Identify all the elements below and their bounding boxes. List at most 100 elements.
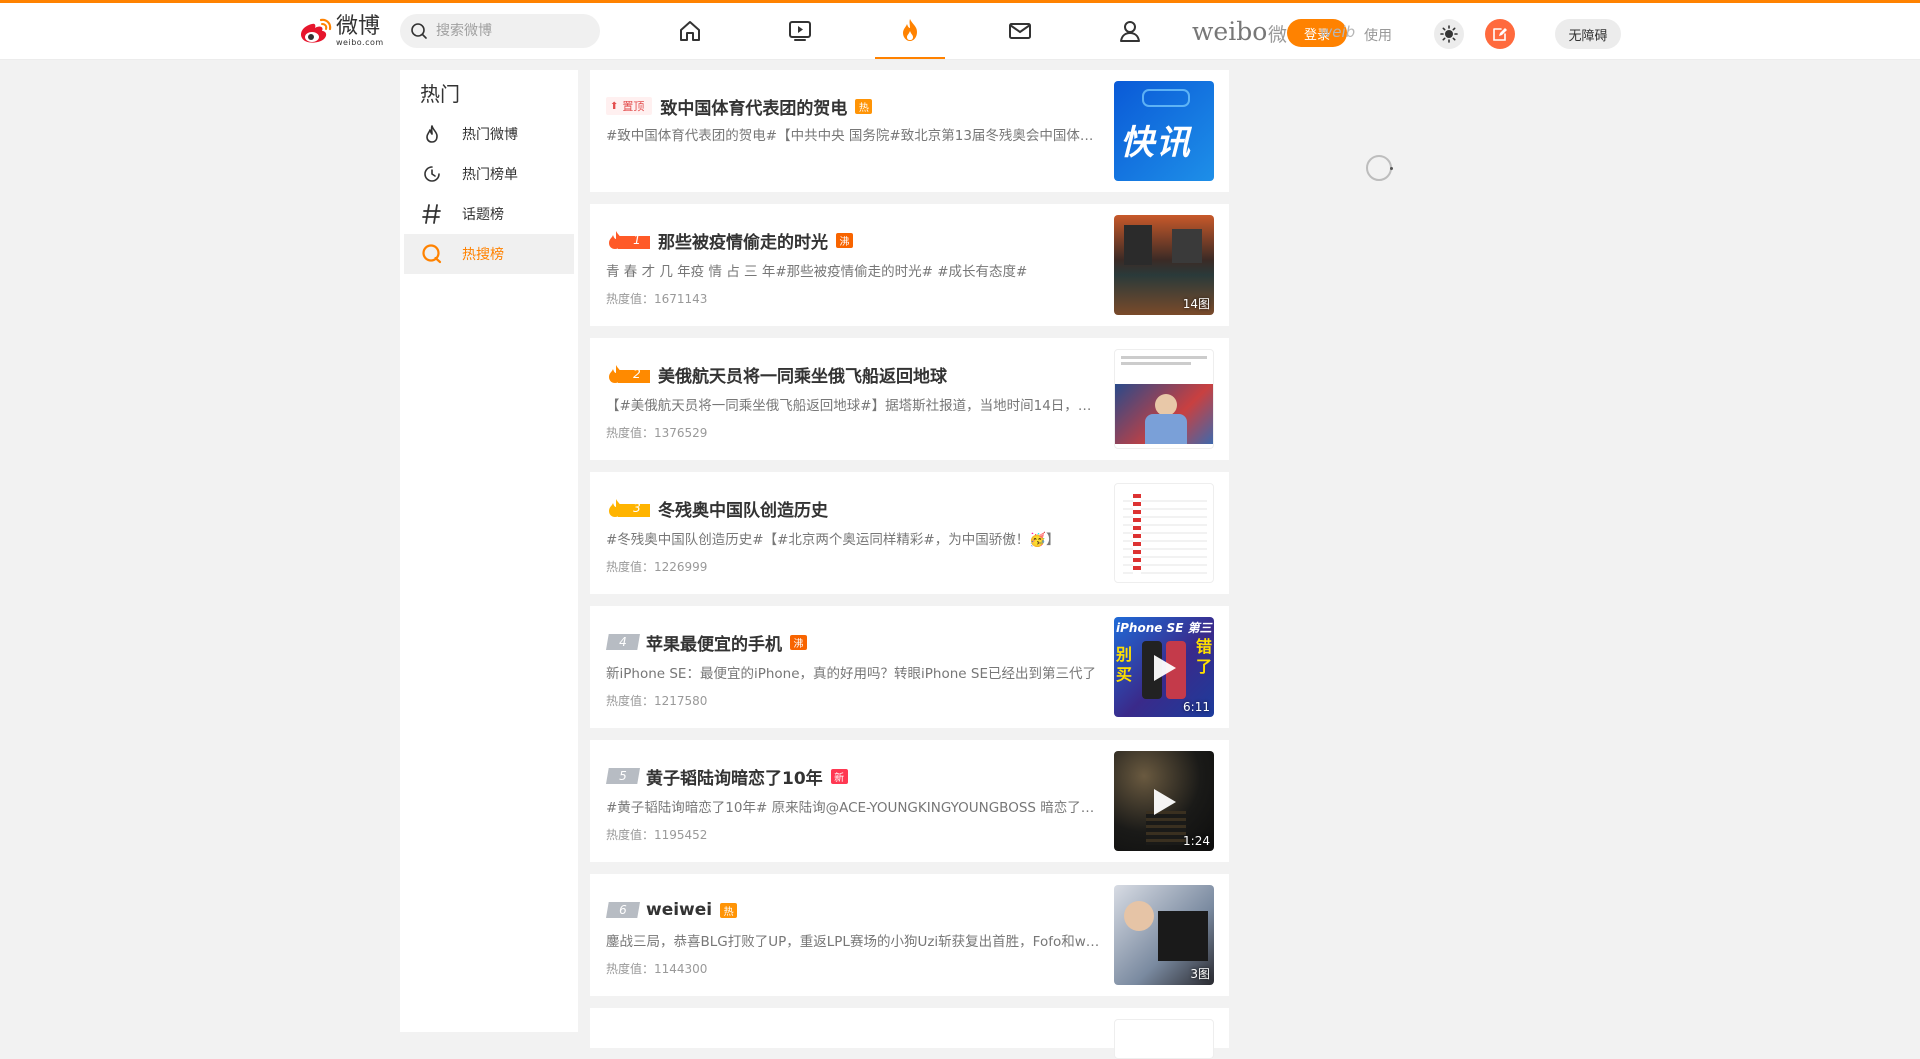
sun-icon — [1440, 25, 1458, 43]
card-desc: #冬残奥中国队创造历史#【#北京两个奥运同样精彩#，为中国骄傲！🥳】 — [606, 532, 1060, 548]
sidebar-item-label: 话题榜 — [462, 207, 504, 223]
search-circle-icon — [420, 242, 444, 266]
theme-toggle-button[interactable] — [1434, 19, 1464, 49]
card-title[interactable]: 冬残奥中国队创造历史 — [658, 496, 828, 521]
feed-card[interactable]: 4 苹果最便宜的手机 沸 新iPhone SE：最便宜的iPhone，真的好用吗… — [590, 606, 1229, 728]
thumb-figure-shape — [1124, 225, 1152, 265]
rank-number: 2 — [633, 367, 641, 381]
hot-tag: 热 — [720, 902, 738, 918]
top-navbar: 微博 weibo.com 搜索微博 weibo 微 登录 weib 使用 无障碍 — [0, 3, 1920, 60]
olympic-emblem-icon — [1142, 89, 1190, 107]
card-desc: #黄子韬陆询暗恋了10年# 原来陆询@ACE-YOUNGKINGYOUNGBOS… — [606, 800, 1102, 816]
loading-spinner-icon — [1366, 155, 1393, 181]
mail-icon — [1009, 23, 1031, 39]
thumb-body-shape — [1145, 414, 1187, 444]
nav-video[interactable] — [765, 3, 835, 59]
user-icon — [1120, 21, 1140, 42]
heat-value: 热度值：1217580 — [606, 694, 708, 708]
accessibility-button[interactable]: 无障碍 — [1555, 19, 1621, 49]
image-count-badge: 14图 — [1182, 297, 1210, 311]
flag-column-shape — [1133, 494, 1141, 574]
card-title[interactable]: 美俄航天员将一同乘坐俄飞船返回地球 — [658, 362, 947, 387]
weibo-wordmark: weibo — [1192, 17, 1268, 46]
card-title[interactable]: 那些被疫情偷走的时光 — [658, 228, 828, 253]
rank-number: 3 — [633, 501, 641, 515]
card-thumbnail[interactable]: 快讯 — [1114, 81, 1214, 181]
nav-home[interactable] — [655, 3, 725, 59]
image-count-badge: 3图 — [1190, 967, 1210, 981]
card-thumbnail[interactable] — [1114, 1019, 1214, 1059]
feed-card[interactable]: 2 美俄航天员将一同乘坐俄飞船返回地球 【#美俄航天员将一同乘坐俄飞船返回地球#… — [590, 338, 1229, 460]
overlay-ghost-text-2: 使用 — [1364, 28, 1392, 44]
rank-badge: 6 — [606, 902, 640, 918]
card-title[interactable]: 黄子韬陆询暗恋了10年 — [646, 764, 823, 789]
rank-badge-top: 3 — [606, 498, 654, 518]
rank-badge-top: 1 — [606, 230, 654, 250]
weibo-eye-logo-icon — [301, 18, 332, 43]
pin-icon: ⬆ — [610, 100, 619, 112]
feed-card-pinned[interactable]: ⬆ 置顶 致中国体育代表团的贺电 热 #致中国体育代表团的贺电#【中共中央 国务院… — [590, 70, 1229, 192]
card-video-thumbnail[interactable]: iPhone SE 第三 别买 错了 6:11 — [1114, 617, 1214, 717]
card-desc: 鏖战三局，恭喜BLG打败了UP，重返LPL赛场的小狗Uzi斩获复出首胜，Fofo… — [606, 934, 1102, 950]
thumb-text-line — [1121, 362, 1191, 365]
card-thumbnail[interactable]: 14图 — [1114, 215, 1214, 315]
search-input[interactable] — [434, 22, 588, 40]
flame-icon — [903, 19, 917, 41]
feed-card[interactable] — [590, 1008, 1229, 1059]
card-video-thumbnail[interactable]: 1:24 — [1114, 751, 1214, 851]
compose-button[interactable] — [1485, 19, 1515, 49]
card-desc: 新iPhone SE：最便宜的iPhone，真的好用吗？转眼iPhone SE已… — [606, 666, 1096, 682]
card-thumbnail[interactable] — [1114, 349, 1214, 449]
sidebar-item-hot-weibo[interactable]: 热门微博 — [404, 114, 574, 154]
stairs-shape — [1146, 811, 1186, 845]
clock-outline-icon — [420, 162, 444, 186]
logo-main-text: 微博 — [336, 13, 381, 39]
search-icon — [411, 23, 427, 39]
thumb-figure-shape — [1172, 229, 1202, 263]
heat-value: 热度值：1226999 — [606, 560, 708, 574]
pinned-badge: ⬆ 置顶 — [606, 97, 653, 115]
sidebar-item-label: 热门榜单 — [462, 167, 518, 183]
weibo-cn-char: 微 — [1268, 24, 1288, 46]
weibo-logo[interactable]: 微博 weibo.com — [298, 15, 388, 47]
nav-profile[interactable] — [1095, 3, 1165, 59]
rank-number: 1 — [633, 233, 641, 247]
feed-card[interactable]: 1 那些被疫情偷走的时光 沸 青 春 才 几 年疫 情 占 三 年#那些被疫情偷… — [590, 204, 1229, 326]
pinned-label: 置顶 — [622, 100, 645, 113]
feed-card[interactable]: 5 黄子韬陆询暗恋了10年 新 #黄子韬陆询暗恋了10年# 原来陆询@ACE-Y… — [590, 740, 1229, 862]
edit-icon — [1493, 28, 1507, 41]
card-desc: 【#美俄航天员将一同乘坐俄飞船返回地球#】据塔斯社报道，当地时间14日，俄罗斯国… — [606, 398, 1102, 414]
nav-hot[interactable] — [875, 3, 945, 59]
sidebar-item-topics[interactable]: 话题榜 — [404, 194, 574, 234]
thumb-text: 快讯 — [1120, 123, 1192, 163]
nav-messages[interactable] — [985, 3, 1055, 59]
sidebar-item-label: 热搜榜 — [462, 247, 504, 263]
feed-card[interactable]: 6 weiwei 热 鏖战三局，恭喜BLG打败了UP，重返LPL赛场的小狗Uzi… — [590, 874, 1229, 996]
play-icon[interactable] — [1154, 789, 1176, 815]
hot-tag: 热 — [855, 98, 873, 114]
card-title[interactable]: weiwei — [646, 900, 712, 920]
card-thumbnail[interactable]: 3图 — [1114, 885, 1214, 985]
card-title[interactable]: 苹果最便宜的手机 — [646, 630, 782, 655]
card-desc: 青 春 才 几 年疫 情 占 三 年#那些被疫情偷走的时光# #成长有态度# — [606, 264, 1028, 280]
thumb-text: iPhone SE 第三 — [1116, 621, 1212, 635]
sidebar-item-hot-search[interactable]: 热搜榜 — [404, 234, 574, 274]
new-tag: 新 — [830, 768, 848, 784]
card-title[interactable]: 致中国体育代表团的贺电 — [660, 94, 847, 119]
video-icon — [789, 21, 811, 41]
flame-outline-icon — [420, 122, 444, 146]
video-duration: 6:11 — [1183, 700, 1210, 714]
sidebar-item-label: 热门微博 — [462, 127, 518, 143]
feed-card[interactable]: 3 冬残奥中国队创造历史 #冬残奥中国队创造历史#【#北京两个奥运同样精彩#，为… — [590, 472, 1229, 594]
card-thumbnail[interactable] — [1114, 483, 1214, 583]
hash-icon — [420, 202, 444, 226]
sidebar-item-hot-list[interactable]: 热门榜单 — [404, 154, 574, 194]
boil-tag: 沸 — [836, 232, 853, 248]
heat-value: 热度值：1195452 — [606, 828, 708, 842]
play-icon[interactable] — [1154, 655, 1176, 681]
sidebar-title: 热门 — [420, 82, 460, 106]
thumb-face-shape — [1124, 901, 1154, 931]
search-box[interactable] — [400, 14, 600, 48]
heat-value: 热度值：1144300 — [606, 962, 708, 976]
sidebar: 热门 热门微博 热门榜单 话题榜 热搜榜 — [400, 70, 578, 1032]
